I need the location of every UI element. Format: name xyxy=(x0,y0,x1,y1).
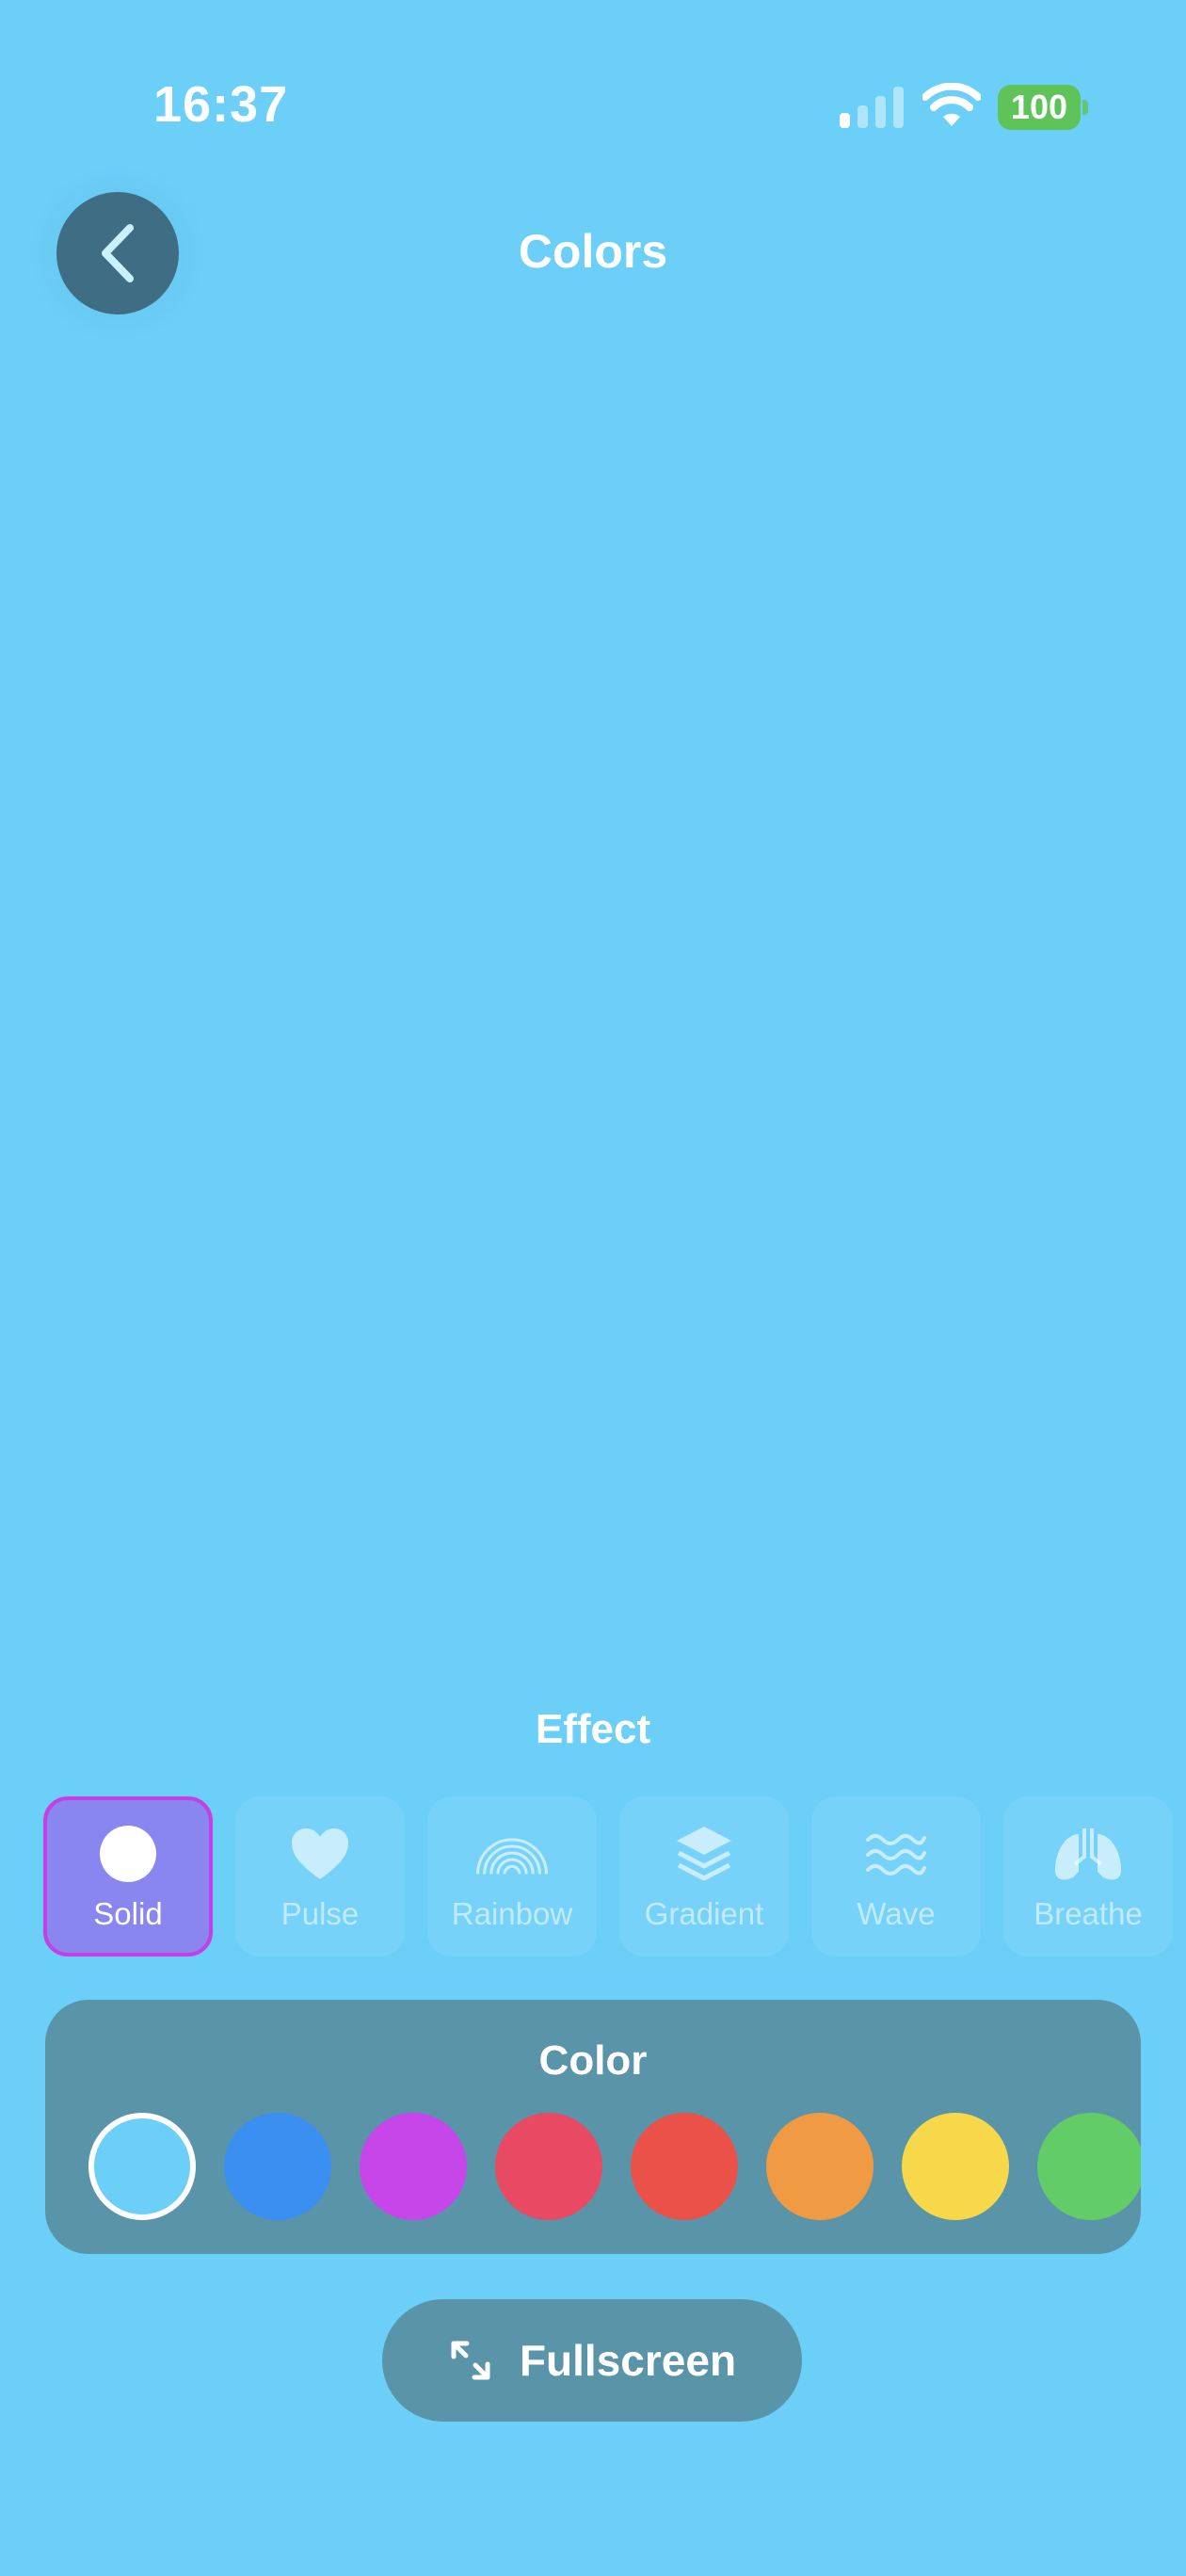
cellular-signal-icon xyxy=(840,87,904,128)
color-swatch[interactable] xyxy=(495,2113,602,2220)
color-swatch[interactable] xyxy=(360,2113,467,2220)
effect-wave[interactable]: Wave xyxy=(811,1796,981,1956)
color-swatch[interactable] xyxy=(88,2113,196,2220)
effect-selector: Solid Pulse Rainbow Gradient Wave Breath… xyxy=(43,1796,1186,1956)
effect-label: Rainbow xyxy=(451,1896,573,1931)
circle-icon xyxy=(100,1826,156,1882)
page-title: Colors xyxy=(518,225,668,278)
effect-solid[interactable]: Solid xyxy=(43,1796,213,1956)
layers-icon xyxy=(677,1827,731,1881)
heart-icon xyxy=(292,1828,348,1879)
effect-label: Breathe xyxy=(1034,1896,1143,1931)
expand-icon xyxy=(451,2341,490,2380)
color-swatch[interactable] xyxy=(224,2113,331,2220)
rainbow-icon xyxy=(476,1838,548,1875)
effect-label: Pulse xyxy=(280,1896,360,1931)
battery-icon: 100 xyxy=(998,85,1088,130)
fullscreen-button[interactable]: Fullscreen xyxy=(382,2299,802,2422)
wifi-icon xyxy=(922,83,981,126)
color-section-title: Color xyxy=(538,2037,648,2084)
color-swatch[interactable] xyxy=(631,2113,738,2220)
lungs-icon xyxy=(1054,1828,1122,1880)
effect-rainbow[interactable]: Rainbow xyxy=(427,1796,597,1956)
effect-breathe[interactable]: Breathe xyxy=(1003,1796,1173,1956)
effect-gradient[interactable]: Gradient xyxy=(619,1796,789,1956)
effect-label: Solid xyxy=(93,1896,163,1931)
effect-label: Gradient xyxy=(644,1896,764,1931)
color-swatches xyxy=(88,2113,1141,2220)
status-time: 16:37 xyxy=(153,76,289,133)
wave-icon xyxy=(866,1834,926,1876)
effect-section-title: Effect xyxy=(535,1706,651,1752)
effect-pulse[interactable]: Pulse xyxy=(235,1796,405,1956)
color-swatch[interactable] xyxy=(902,2113,1009,2220)
color-swatch[interactable] xyxy=(766,2113,873,2220)
battery-level: 100 xyxy=(998,85,1081,130)
color-swatch[interactable] xyxy=(1037,2113,1141,2220)
color-panel: Color xyxy=(45,2000,1141,2254)
fullscreen-label: Fullscreen xyxy=(519,2336,737,2385)
effect-label: Wave xyxy=(857,1896,936,1931)
